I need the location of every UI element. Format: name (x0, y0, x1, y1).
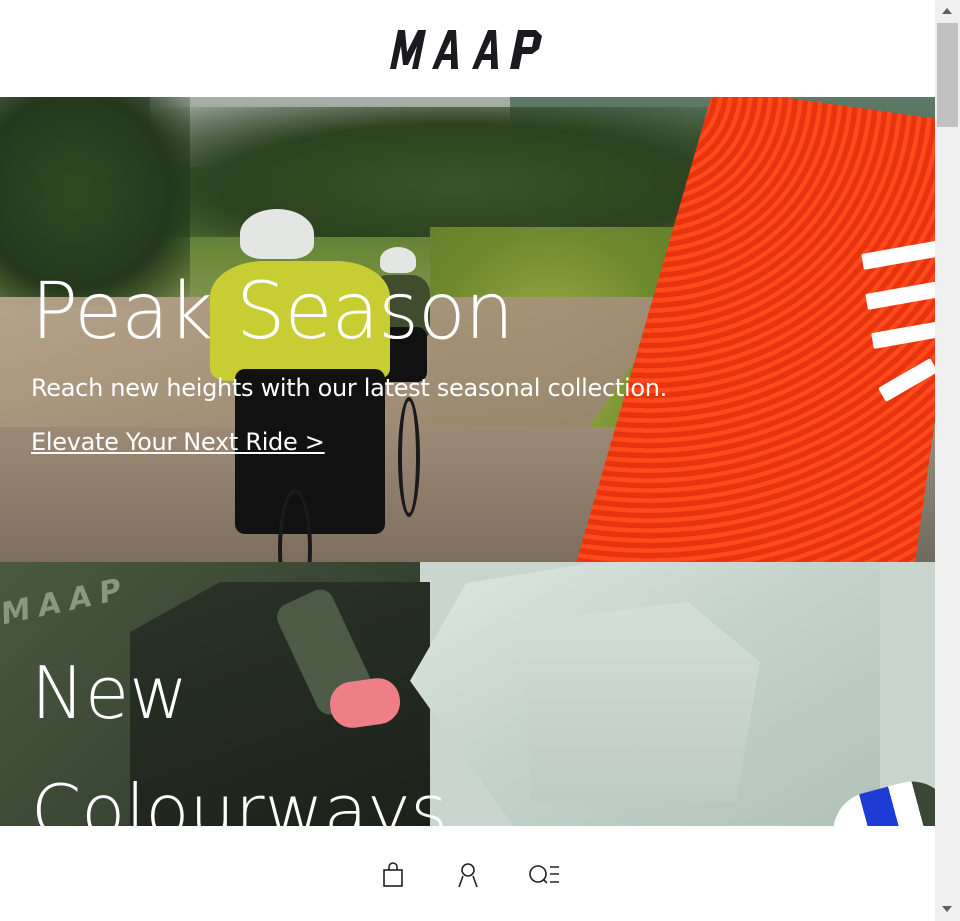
hero2-title-line2: Colourways (31, 769, 448, 826)
account-icon[interactable] (452, 861, 484, 889)
scroll-thumb[interactable] (937, 23, 958, 127)
hero-title: Peak Season (31, 267, 514, 357)
shopping-bag-icon[interactable] (377, 861, 409, 889)
site-header: MAAP (0, 0, 935, 97)
scroll-up-arrow-icon[interactable] (942, 8, 952, 14)
hero-new-colourways[interactable]: MAAP New Colourways (0, 562, 935, 826)
maap-logo[interactable] (388, 24, 548, 74)
hero-background-trees (150, 107, 710, 237)
bottom-nav (0, 826, 935, 921)
sage-box-face (520, 602, 760, 802)
search-menu-icon[interactable] (527, 861, 559, 889)
hero-subtitle: Reach new heights with our latest season… (31, 374, 667, 402)
hero2-title-line1: New (31, 651, 189, 735)
hero-peak-season[interactable]: Peak Season Reach new heights with our l… (0, 97, 935, 562)
vertical-scrollbar[interactable] (935, 0, 960, 921)
hero-cta-link[interactable]: Elevate Your Next Ride > (31, 428, 325, 456)
hero2-title: New Colourways (31, 634, 448, 826)
scroll-down-arrow-icon[interactable] (942, 906, 952, 912)
